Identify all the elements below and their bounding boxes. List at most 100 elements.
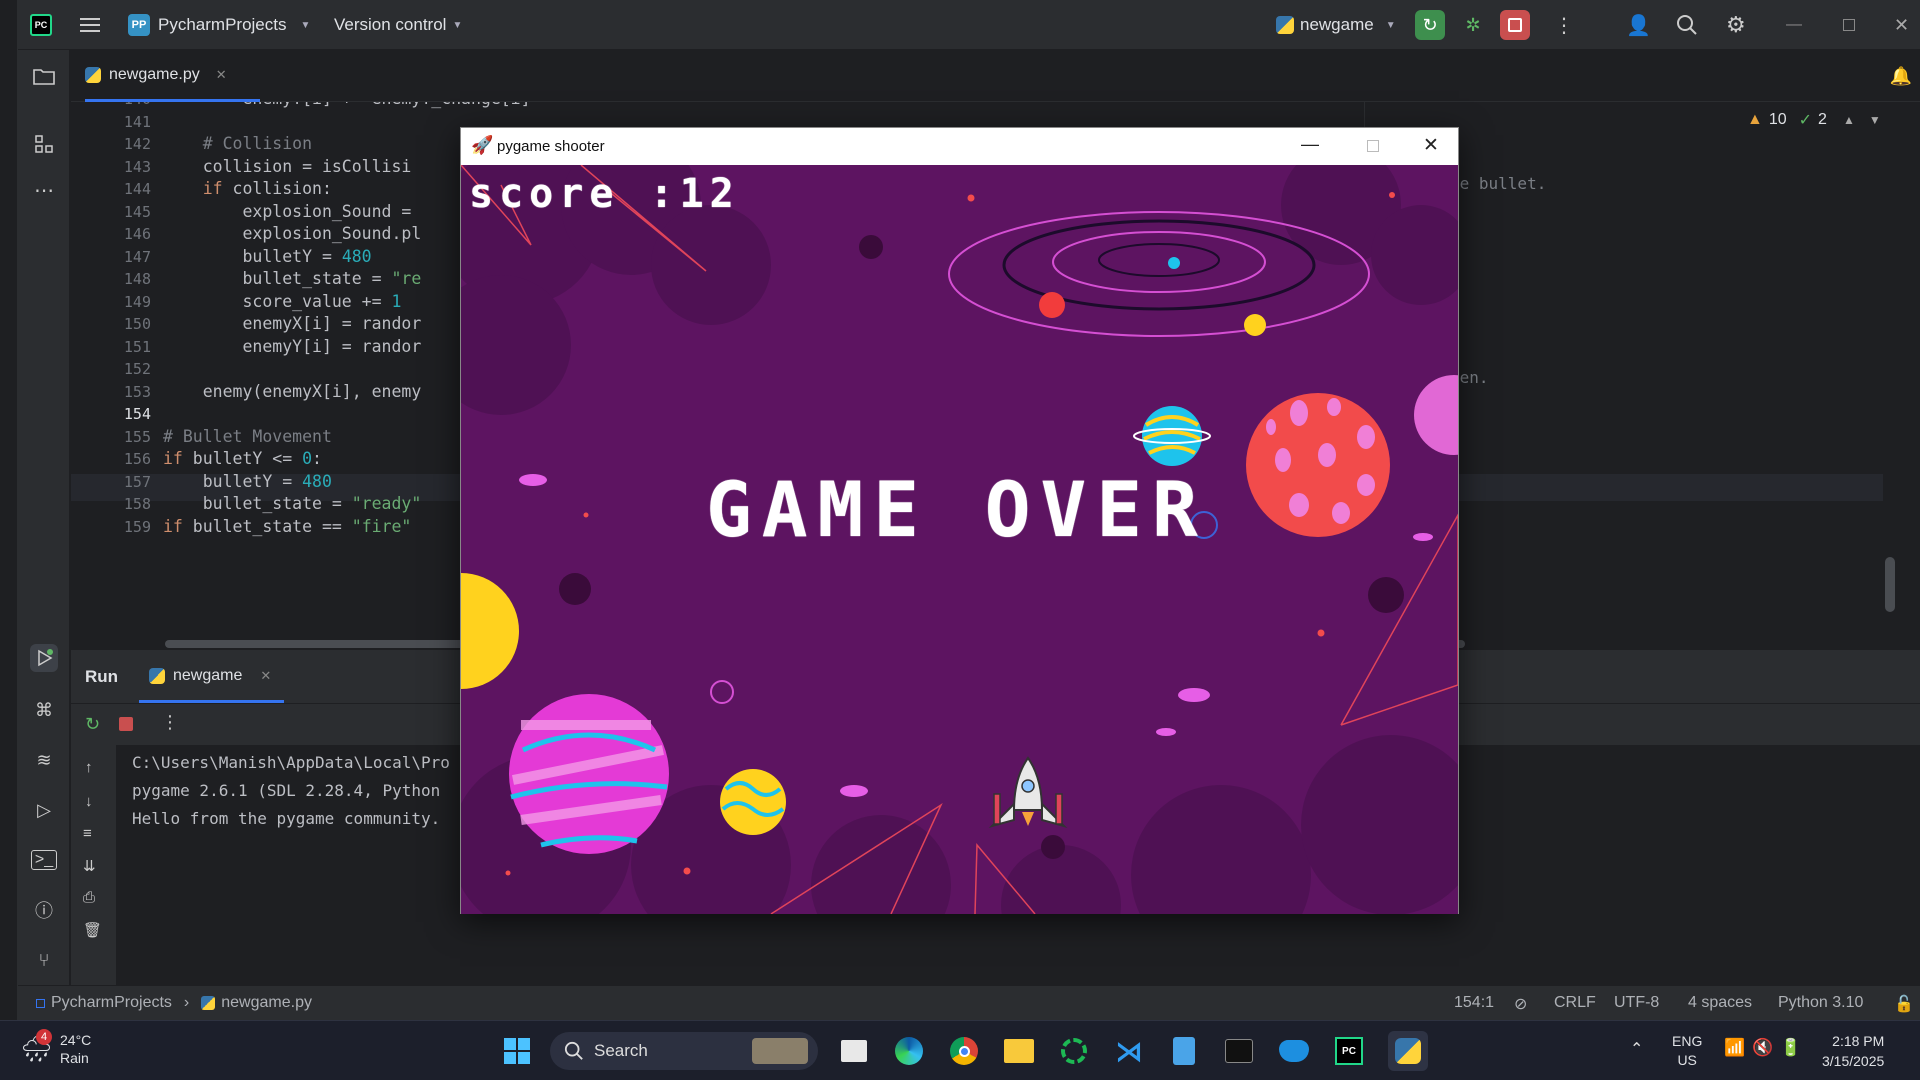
lock-icon[interactable]: 🔓	[1894, 994, 1914, 1014]
task-view-button[interactable]	[838, 1035, 870, 1067]
run-config-selector[interactable]: newgame ▼	[1276, 0, 1396, 50]
rerun-icon[interactable]: ↻	[85, 714, 100, 735]
vcs-menu[interactable]: Version control ▼	[334, 0, 462, 50]
close-window-button[interactable]: ✕	[1894, 0, 1909, 50]
print-icon[interactable]: ⎙	[83, 889, 95, 906]
pygame-window[interactable]: 🚀 pygame shooter — ✕ score:12 GAME OVER	[460, 127, 1459, 914]
stop-icon[interactable]	[119, 717, 133, 731]
python-packages-button[interactable]: ≋	[30, 746, 58, 774]
line-number: 159	[123, 517, 151, 536]
python-console-button[interactable]: ⌘	[30, 696, 58, 724]
ai-assistant-icon[interactable]: ⊘	[1514, 994, 1527, 1014]
python-interpreter[interactable]: Python 3.10	[1778, 994, 1863, 1012]
docker-button[interactable]	[1278, 1035, 1310, 1067]
arrow-down-icon[interactable]: ↓	[85, 793, 93, 810]
run-side-toolbar: ↑ ↓ ≡ ⇊ ⎙ 🗑	[71, 745, 117, 986]
breadcrumb-file[interactable]: newgame.py	[221, 994, 312, 1012]
check-count: 2	[1818, 111, 1827, 128]
problems-button[interactable]: ⓘ	[30, 896, 58, 924]
next-highlight-icon[interactable]: ▼	[1869, 113, 1881, 127]
tray-overflow-icon[interactable]: ⌃	[1630, 1039, 1643, 1059]
maximize-window-button[interactable]	[1843, 0, 1855, 50]
line-separator[interactable]: CRLF	[1554, 994, 1596, 1012]
kebab-icon: ⋮	[1554, 14, 1574, 37]
weather-desc: Rain	[60, 1050, 89, 1066]
debug-button[interactable]: ✲	[1458, 0, 1488, 50]
pygame-title-bar[interactable]: 🚀 pygame shooter — ✕	[461, 128, 1458, 165]
stop-button[interactable]	[1500, 0, 1530, 50]
close-tab-icon[interactable]: ✕	[216, 67, 227, 83]
git-button[interactable]: ⑂	[30, 946, 58, 974]
language-line-2: US	[1677, 1052, 1697, 1068]
vscode-button[interactable]: ⋊	[1113, 1035, 1145, 1067]
file-explorer-button[interactable]	[1003, 1035, 1035, 1067]
notepad-button[interactable]	[1168, 1035, 1200, 1067]
python-taskbar-button[interactable]	[1388, 1031, 1428, 1071]
pycharm-taskbar-button[interactable]: PC	[1333, 1035, 1365, 1067]
vcs-label: Version control	[334, 15, 447, 34]
clock[interactable]: 2:18 PM 3/15/2025	[1822, 1031, 1884, 1071]
code-line: explosion_Sound.pl	[163, 224, 422, 243]
terminal-button[interactable]: >_	[30, 846, 58, 874]
rerun-button[interactable]: ↻	[1415, 0, 1445, 50]
indent-setting[interactable]: 4 spaces	[1688, 994, 1752, 1012]
project-badge: PP	[128, 14, 150, 36]
python-icon	[201, 996, 216, 1010]
maximize-icon[interactable]	[1367, 140, 1379, 152]
inspection-widget[interactable]: ▲ 10 ✓ 2 ▲ ▼	[1747, 110, 1881, 130]
weather-widget[interactable]: 🌧 4 24°C Rain	[20, 1029, 91, 1067]
run-tool-button[interactable]	[30, 644, 58, 672]
python-icon	[1395, 1038, 1421, 1064]
wifi-icon[interactable]: 📶	[1724, 1038, 1745, 1058]
speaker-muted-icon[interactable]: 🔇	[1752, 1038, 1773, 1058]
project-tool-button[interactable]	[30, 62, 58, 90]
terminal-taskbar-button[interactable]	[1223, 1035, 1255, 1067]
prev-highlight-icon[interactable]: ▲	[1843, 113, 1855, 127]
windows-taskbar: 🌧 4 24°C Rain Search ⋊ PC ⌃ ENG US 📶 🔇 🔋…	[0, 1020, 1920, 1080]
trash-icon[interactable]: 🗑	[83, 921, 102, 939]
project-selector[interactable]: PP PycharmProjects ▼	[128, 0, 310, 50]
game-canvas[interactable]: score :12 GAME OVER	[461, 165, 1458, 914]
taskbar-search[interactable]: Search	[550, 1032, 818, 1070]
battery-icon[interactable]: 🔋	[1780, 1038, 1801, 1058]
vertical-scrollbar-thumb[interactable]	[1885, 557, 1895, 612]
close-tab-icon[interactable]: ✕	[260, 668, 271, 684]
chrome-button[interactable]	[948, 1035, 980, 1067]
edge-icon	[895, 1037, 923, 1065]
main-menu-button[interactable]	[80, 0, 102, 50]
app-green-ring-button[interactable]	[1058, 1035, 1090, 1067]
start-button[interactable]	[501, 1035, 533, 1067]
structure-tool-button[interactable]	[30, 130, 58, 158]
settings-button[interactable]: ⚙	[1726, 0, 1746, 50]
search-button[interactable]	[1676, 0, 1698, 50]
notifications-button[interactable]: 🔔	[1882, 50, 1920, 102]
more-actions-button[interactable]: ⋮	[1554, 0, 1574, 50]
file-encoding[interactable]: UTF-8	[1614, 994, 1659, 1012]
editor-tab-newgame[interactable]: newgame.py ✕	[85, 50, 260, 102]
close-icon[interactable]: ✕	[1423, 134, 1439, 157]
services-button[interactable]: ▷	[30, 796, 58, 824]
kebab-icon[interactable]: ⋮	[161, 712, 179, 733]
hamburger-icon	[80, 18, 100, 32]
problems-icon: ⓘ	[35, 901, 53, 921]
chevron-down-icon: ▼	[1385, 19, 1396, 31]
language-indicator[interactable]: ENG US	[1672, 1032, 1702, 1070]
player-spaceship	[988, 756, 1068, 828]
scroll-to-end-icon[interactable]: ⇊	[83, 857, 96, 875]
minimize-window-button[interactable]: —	[1786, 0, 1802, 50]
edge-button[interactable]	[893, 1035, 925, 1067]
breadcrumb-project[interactable]: PycharmProjects	[51, 994, 172, 1012]
soft-wrap-icon[interactable]: ≡	[83, 825, 92, 842]
arrow-up-icon[interactable]: ↑	[85, 759, 93, 776]
pycharm-logo-icon: PC	[30, 0, 52, 50]
code-line: # Collision	[163, 134, 313, 153]
code-with-me-button[interactable]: 👤	[1626, 0, 1651, 50]
run-tab-newgame[interactable]: newgame ✕	[139, 651, 284, 703]
run-config-name: newgame	[1300, 15, 1374, 34]
more-tools-button[interactable]: ⋯	[30, 176, 58, 204]
terminal-icon	[1225, 1039, 1253, 1063]
minimize-icon[interactable]: —	[1301, 134, 1319, 155]
line-number-gutter: 140 141 142 143 144 145 146 147 148 149 150 151 152 1…	[71, 102, 151, 650]
chevron-right-icon: ›	[183, 994, 190, 1011]
caret-position[interactable]: 154:1	[1454, 994, 1494, 1012]
